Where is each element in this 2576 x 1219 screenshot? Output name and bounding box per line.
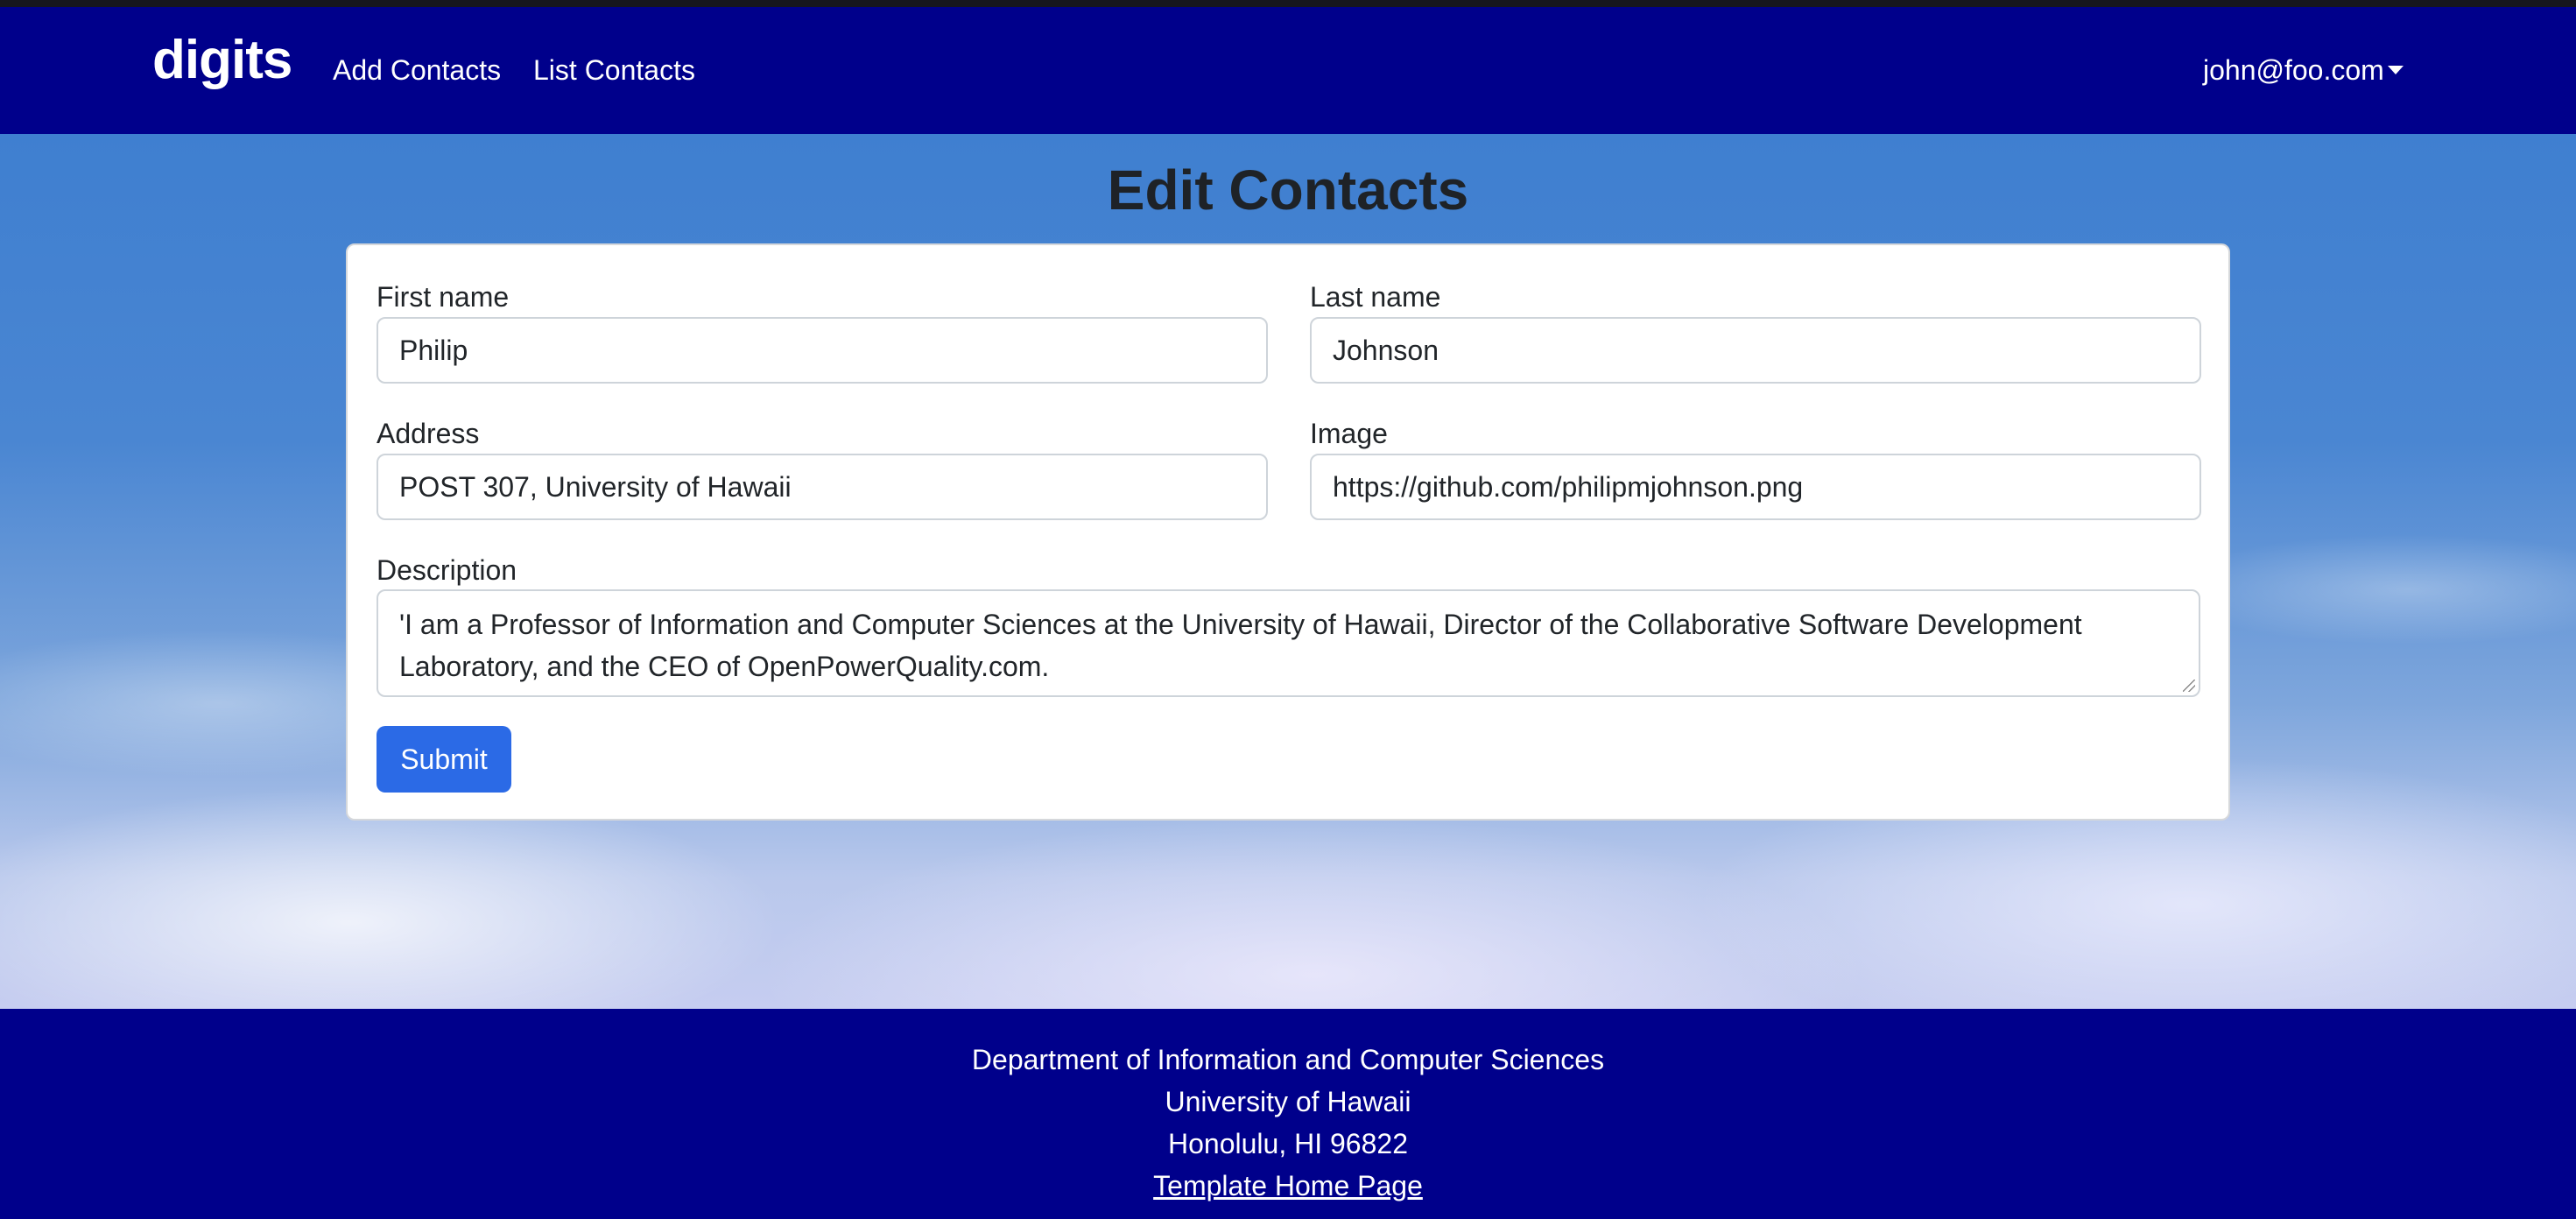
footer: Department of Information and Computer S…	[0, 1009, 2576, 1219]
footer-department: Department of Information and Computer S…	[971, 1044, 1605, 1075]
nav-link-add-contacts[interactable]: Add Contacts	[333, 56, 501, 84]
footer-address: Honolulu, HI 96822	[1168, 1128, 1408, 1159]
last-name-input[interactable]: Johnson	[1310, 317, 2201, 384]
last-name-label: Last name	[1310, 281, 1441, 313]
description-text: 'I am a Professor of Information and Com…	[399, 609, 2082, 682]
address-input[interactable]: POST 307, University of Hawaii	[377, 454, 1268, 520]
first-name-input[interactable]: Philip	[377, 317, 1268, 384]
user-menu-dropdown[interactable]: john@foo.com	[2203, 56, 2404, 84]
user-email: john@foo.com	[2203, 54, 2384, 86]
brand-logo[interactable]: digits	[152, 33, 292, 88]
caret-down-icon	[2387, 65, 2404, 74]
edit-contact-form: First name Philip Last name Johnson Addr…	[346, 243, 2230, 821]
address-label: Address	[377, 418, 480, 449]
image-label: Image	[1310, 418, 1388, 449]
page-title: Edit Contacts	[1107, 159, 1469, 222]
description-label: Description	[377, 554, 517, 586]
description-textarea[interactable]: 'I am a Professor of Information and Com…	[377, 589, 2200, 697]
window-top-strip	[0, 0, 2576, 7]
first-name-label: First name	[377, 281, 510, 313]
nav-link-list-contacts[interactable]: List Contacts	[533, 56, 695, 84]
template-home-page-link[interactable]: Template Home Page	[1153, 1170, 1423, 1201]
footer-university: University of Hawaii	[1165, 1086, 1411, 1117]
resize-handle-icon[interactable]	[2183, 680, 2195, 692]
submit-button[interactable]: Submit	[377, 726, 511, 793]
navbar: digits Add Contacts List Contacts john@f…	[0, 7, 2576, 134]
image-input[interactable]: https://github.com/philipmjohnson.png	[1310, 454, 2201, 520]
